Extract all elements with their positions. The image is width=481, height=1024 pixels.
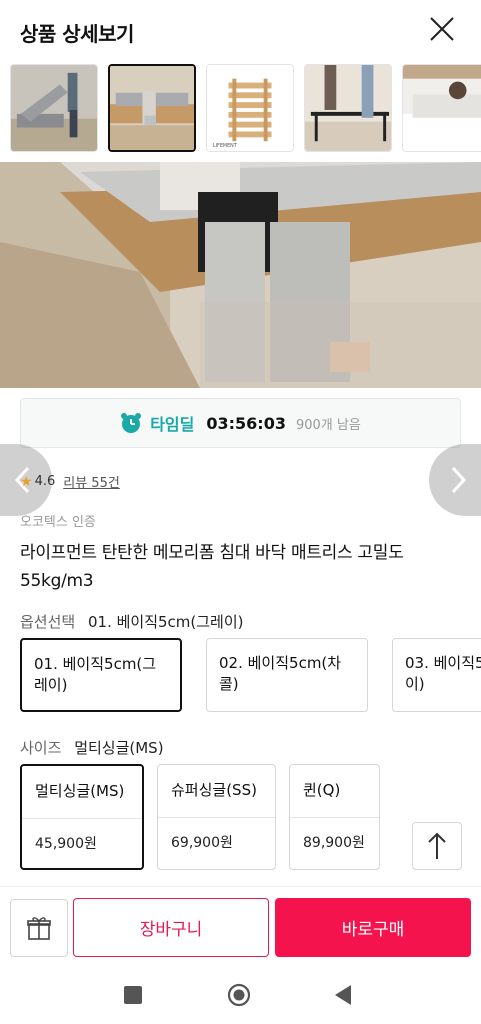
scroll-to-top-button[interactable] (412, 822, 462, 870)
review-link[interactable]: 리뷰 55건 (63, 472, 120, 491)
gift-button[interactable] (10, 899, 68, 957)
thumbnail-strip: LIFEMENT (10, 64, 481, 154)
size-price: 89,900원 (303, 835, 365, 851)
size-label: 사이즈 (20, 739, 62, 757)
header: 상품 상세보기 (0, 0, 481, 62)
home-icon[interactable] (227, 983, 251, 1007)
thumb-woman-lying[interactable] (108, 64, 196, 152)
thumb-mattress-fold[interactable] (10, 64, 98, 152)
thumb-slatted-base[interactable]: LIFEMENT (206, 64, 294, 152)
brand-mark: LIFEMENT (213, 143, 237, 149)
rating-row: ★ 4.6 리뷰 55건 (20, 472, 120, 492)
size-price: 45,900원 (35, 836, 97, 852)
size-choice[interactable]: 퀸(Q) 89,900원 (289, 764, 380, 870)
option-label-row: 옵션선택 01. 베이직5cm(그레이) (20, 611, 244, 632)
product-title: 라이프먼트 탄탄한 메모리폼 침대 바닥 매트리스 고밀도 55kg/m3 (20, 543, 404, 591)
size-label-row: 사이즈 멀티싱글(MS) (20, 737, 164, 758)
system-navigation-bar (0, 968, 481, 1024)
back-icon[interactable] (333, 984, 353, 1006)
arrow-up-icon (428, 832, 446, 859)
alarm-clock-icon (121, 413, 142, 433)
divider (290, 817, 379, 818)
size-price: 69,900원 (171, 835, 233, 851)
thumb-bed-frame-legs[interactable] (304, 64, 392, 152)
timedeal-remaining: 900개 남음 (295, 417, 361, 433)
next-product-button[interactable] (429, 444, 481, 516)
size-selected-value: 멀티싱글(MS) (74, 739, 164, 757)
option-selected-value: 01. 베이직5cm(그레이) (87, 613, 244, 631)
rating-score: 4.6 (34, 474, 56, 489)
option-choice[interactable]: 01. 베이직5cm(그레이) (20, 638, 182, 712)
size-name: 슈퍼싱글(SS) (171, 781, 257, 799)
size-name: 퀸(Q) (303, 781, 341, 799)
timedeal-label: 타임딜 (150, 415, 195, 434)
option-label: 옵션선택 (20, 613, 76, 631)
gift-icon (27, 917, 51, 940)
divider (158, 817, 275, 818)
size-name: 멀티싱글(MS) (35, 782, 125, 800)
buy-now-button[interactable]: 바로구매 (275, 898, 471, 957)
divider (22, 818, 142, 819)
size-choice[interactable]: 슈퍼싱글(SS) 69,900원 (157, 764, 276, 870)
chevron-right-icon (451, 466, 467, 494)
option-choices: 01. 베이직5cm(그레이) 02. 베이직5cm(차콜) 03. 베이직5c… (20, 638, 481, 714)
hero-product-image (0, 162, 481, 388)
purchase-bar: 장바구니 바로구매 (0, 886, 481, 968)
timedeal-banner: 타임딜 03:56:03 900개 남음 (20, 398, 461, 448)
size-choice[interactable]: 멀티싱글(MS) 45,900원 (20, 764, 144, 870)
thumb-woman-sleeping[interactable] (402, 64, 481, 152)
option-choice[interactable]: 02. 베이직5cm(차콜) (206, 638, 368, 712)
timedeal-countdown: 03:56:03 (206, 413, 286, 433)
certification-text: 오코텍스 인증 (20, 515, 96, 530)
star-icon: ★ (20, 473, 33, 490)
option-choice[interactable]: 03. 베이직5cm(그레이) (392, 638, 481, 712)
close-icon[interactable] (429, 16, 455, 42)
recent-apps-icon[interactable] (124, 986, 142, 1004)
page-title: 상품 상세보기 (20, 22, 134, 46)
add-to-cart-button[interactable]: 장바구니 (73, 898, 269, 957)
